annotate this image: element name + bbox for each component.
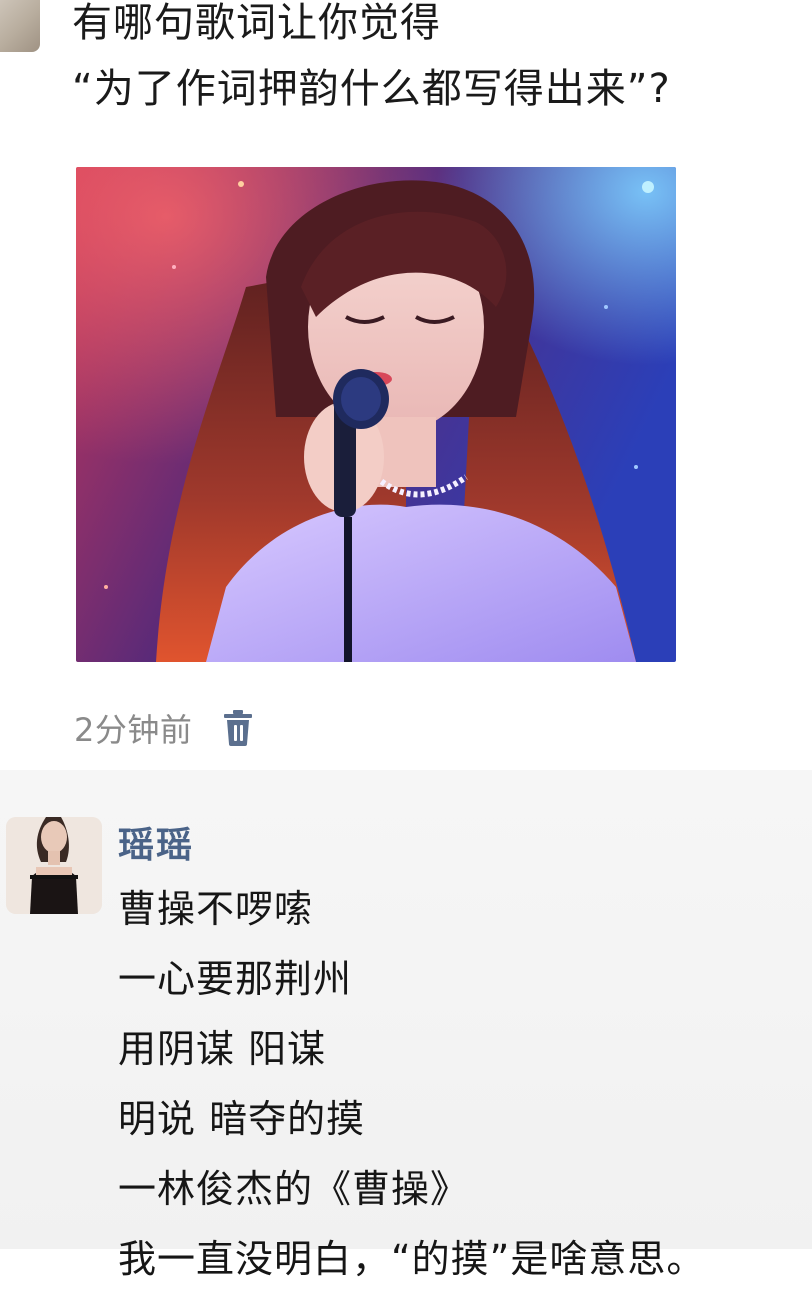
post-card: 有哪句歌词让你觉得 “为了作词押韵什么都写得出来”? 2分钟前: [0, 0, 812, 770]
post-image[interactable]: [76, 167, 676, 662]
post-title-line-2: “为了作词押韵什么都写得出来”?: [72, 66, 671, 112]
reply-username[interactable]: 瑶瑶: [118, 816, 194, 868]
author-avatar[interactable]: [0, 0, 40, 52]
reply-line-6: 我一直没明白，“的摸”是啥意思。: [118, 1237, 706, 1281]
post-timestamp: 2分钟前: [74, 711, 193, 749]
post-title-line-1: 有哪句歌词让你觉得: [72, 0, 441, 46]
reply-line-5: 一林俊杰的《曹操》: [118, 1167, 470, 1211]
reply-line-2: 一心要那荆州: [118, 957, 353, 1001]
post-meta: 2分钟前: [74, 706, 256, 750]
reply-card: 瑶瑶 曹操不啰嗦 一心要那荆州 用阴谋 阳谋 明说 暗夺的摸 一林俊杰的《曹操》…: [0, 770, 812, 1281]
reply-line-4: 明说 暗夺的摸: [118, 1097, 366, 1141]
reply-avatar[interactable]: [6, 817, 102, 914]
trash-icon[interactable]: [220, 708, 256, 748]
reply-text: 曹操不啰嗦 一心要那荆州 用阴谋 阳谋 明说 暗夺的摸 一林俊杰的《曹操》 我一…: [118, 874, 808, 1294]
post-title: 有哪句歌词让你觉得 “为了作词押韵什么都写得出来”?: [72, 0, 802, 112]
reply-line-1: 曹操不啰嗦: [118, 887, 314, 931]
reply-line-3: 用阴谋 阳谋: [118, 1027, 327, 1071]
